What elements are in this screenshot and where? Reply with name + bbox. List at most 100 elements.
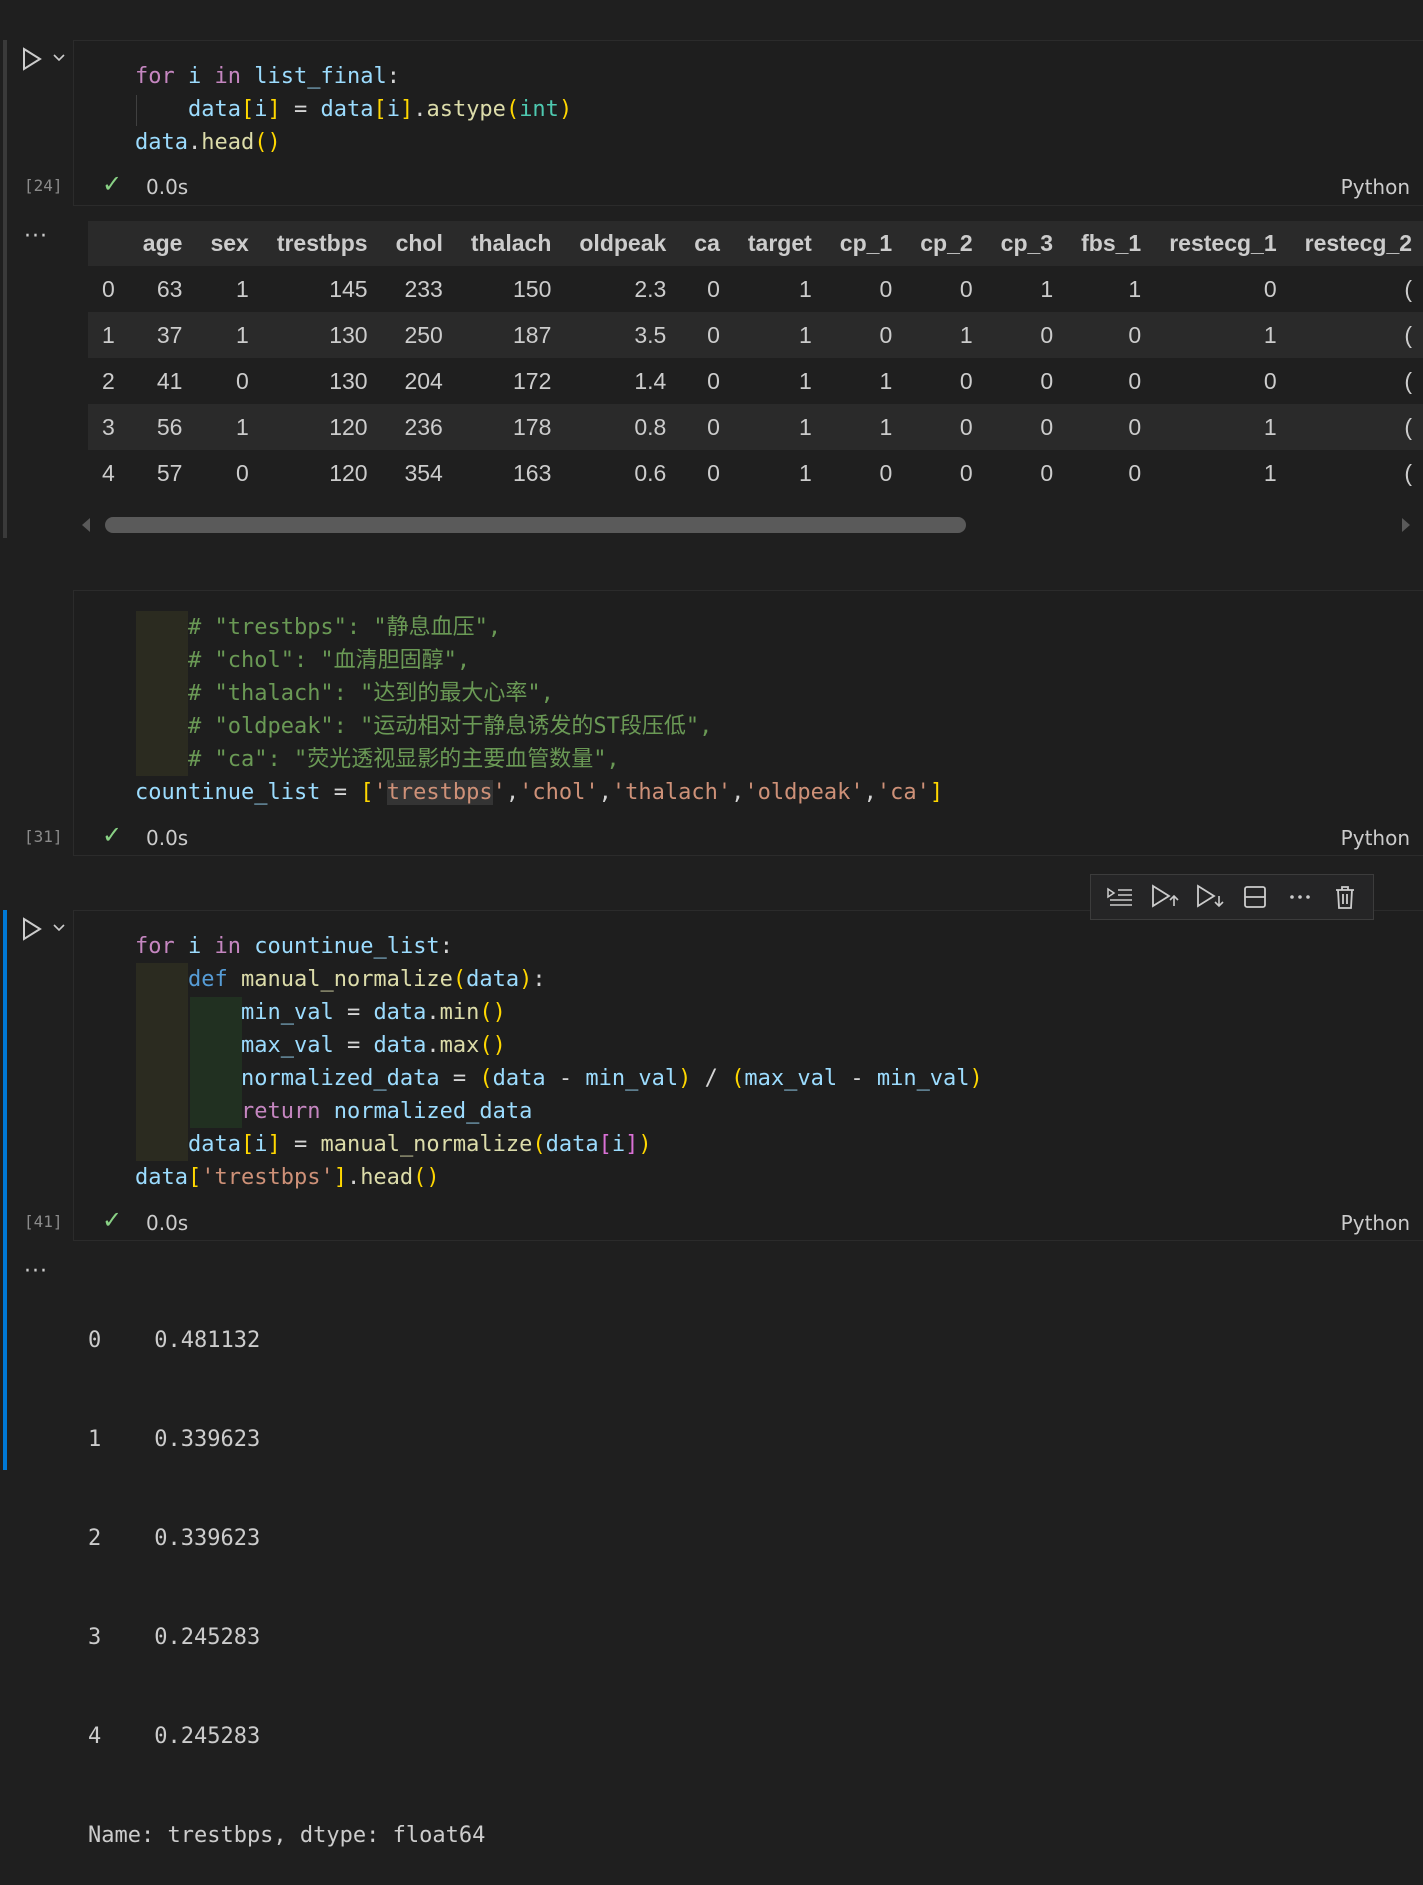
column-header: target xyxy=(733,221,826,266)
output-more-actions[interactable]: ··· xyxy=(24,224,48,249)
table-cell: 354 xyxy=(404,459,443,486)
horizontal-scrollbar-thumb[interactable] xyxy=(105,517,966,533)
table-cell: 37 xyxy=(128,312,197,358)
table-cell: 163 xyxy=(513,459,552,486)
column-header: cp_1 xyxy=(825,221,907,266)
cell-language-label[interactable]: Python xyxy=(1341,175,1410,199)
column-header: trestbps xyxy=(262,221,382,266)
table-cell: 0 xyxy=(680,404,734,450)
run-cell-button[interactable] xyxy=(20,916,44,946)
table-cell: 0 xyxy=(879,459,893,486)
table-cell: 0 xyxy=(825,312,907,358)
table-cell: 1 xyxy=(799,275,812,302)
table-cell: 1 xyxy=(1263,459,1277,486)
table-cell: 1 xyxy=(733,404,826,450)
table-cell: 178 xyxy=(456,404,566,450)
code-editor-content[interactable]: for i in countinue_list: def manual_norm… xyxy=(135,930,983,1194)
row-index: 1 xyxy=(88,312,129,358)
dataframe-output-table: age sex trestbps chol thalach oldpeak ca target… xyxy=(88,221,1423,496)
table-cell: 0 xyxy=(1040,367,1054,394)
table-cell: 1 xyxy=(1040,275,1054,302)
output-more-actions[interactable]: ··· xyxy=(24,1259,48,1284)
index-header xyxy=(88,221,129,266)
column-header: cp_3 xyxy=(986,221,1068,266)
table-cell: 0 xyxy=(1040,459,1054,486)
table-row: 2 41 0 130 204 172 1.4 0 1 1 0 0 0 0 ( xyxy=(88,358,1423,404)
table-cell: 3.5 xyxy=(565,312,681,358)
table-cell: 0 xyxy=(1067,312,1156,358)
output-line: Name: trestbps, dtype: float64 xyxy=(88,1823,486,1848)
table-cell: 130 xyxy=(329,367,368,394)
table-cell: ( xyxy=(1290,312,1423,358)
code-editor-content[interactable]: for i in list_final: data[i] = data[i].a… xyxy=(135,60,572,159)
row-index: 3 xyxy=(88,404,129,450)
column-header: cp_2 xyxy=(906,221,987,266)
table-cell: 1 xyxy=(825,404,907,450)
column-header: thalach xyxy=(456,221,566,266)
table-cell: 187 xyxy=(456,312,566,358)
table-cell: 41 xyxy=(156,367,183,394)
row-index: 2 xyxy=(102,367,115,394)
table-cell: 63 xyxy=(156,275,183,302)
cell-language-label[interactable]: Python xyxy=(1341,826,1410,850)
table-cell: 130 xyxy=(262,312,382,358)
table-cell: 0 xyxy=(986,404,1068,450)
row-index: 4 xyxy=(102,459,115,486)
delete-cell-button[interactable] xyxy=(1327,879,1363,915)
code-editor-content[interactable]: # "trestbps": "静息血压", # "chol": "血清胆固醇",… xyxy=(135,611,943,809)
run-above-icon xyxy=(1151,884,1179,908)
table-cell: ( xyxy=(1404,459,1413,486)
table-cell: 120 xyxy=(329,459,368,486)
column-header: fbs_1 xyxy=(1067,221,1156,266)
table-cell: 1 xyxy=(733,312,826,358)
column-header: restecg_1 xyxy=(1155,221,1291,266)
split-cell-icon xyxy=(1243,886,1266,908)
execute-above-button[interactable] xyxy=(1102,879,1138,915)
table-cell: 0 xyxy=(236,459,249,486)
run-options-button[interactable] xyxy=(52,920,66,939)
success-check-icon: ✓ xyxy=(102,821,123,849)
table-cell: 0 xyxy=(986,312,1068,358)
table-cell: 2.3 xyxy=(634,275,667,302)
table-cell: 1 xyxy=(799,459,812,486)
execute-above-icon xyxy=(1106,887,1132,906)
play-icon xyxy=(23,917,42,941)
column-header: sex xyxy=(196,221,263,266)
output-line: 4 0.245283 xyxy=(88,1724,261,1749)
delete-icon xyxy=(1335,886,1354,909)
output-line: 2 0.339623 xyxy=(88,1526,261,1551)
table-cell: 0 xyxy=(1263,275,1277,302)
run-above-button[interactable] xyxy=(1147,879,1183,915)
series-output: 0 0.481132 1 0.339623 2 0.339623 3 0.245… xyxy=(88,1258,485,1885)
run-options-button[interactable] xyxy=(52,50,66,69)
table-cell: 1 xyxy=(799,367,812,394)
output-line: 0 0.481132 xyxy=(88,1328,261,1353)
cell-language-label[interactable]: Python xyxy=(1341,1211,1410,1235)
table-cell: 1 xyxy=(906,312,987,358)
scroll-right-arrow[interactable] xyxy=(1400,516,1412,538)
table-row: 1 37 1 130 250 187 3.5 0 1 0 1 0 0 1( xyxy=(88,312,1423,358)
table-cell: 145 xyxy=(329,275,368,302)
table-cell: 0 xyxy=(707,459,720,486)
table-cell: 1 xyxy=(236,275,249,302)
table-cell: 1 xyxy=(1128,275,1142,302)
column-header: restecg_2 xyxy=(1290,221,1423,266)
column-header: oldpeak xyxy=(565,221,681,266)
column-header: chol xyxy=(381,221,457,266)
execution-duration: 0.0s xyxy=(146,175,189,199)
play-icon xyxy=(23,47,42,71)
cell-focus-bar xyxy=(3,910,7,1470)
run-below-button[interactable] xyxy=(1192,879,1228,915)
scroll-left-arrow[interactable] xyxy=(80,516,92,538)
execution-duration: 0.0s xyxy=(146,1211,189,1235)
table-cell: ( xyxy=(1404,367,1413,394)
split-cell-button[interactable] xyxy=(1237,879,1273,915)
indent-guide xyxy=(136,95,137,126)
more-actions-button[interactable] xyxy=(1282,879,1318,915)
table-cell: 0 xyxy=(680,312,734,358)
table-cell: 1.4 xyxy=(634,367,667,394)
table-cell: 0 xyxy=(1263,367,1277,394)
column-header: ca xyxy=(680,221,734,266)
table-cell: 250 xyxy=(381,312,457,358)
run-cell-button[interactable] xyxy=(20,46,44,76)
